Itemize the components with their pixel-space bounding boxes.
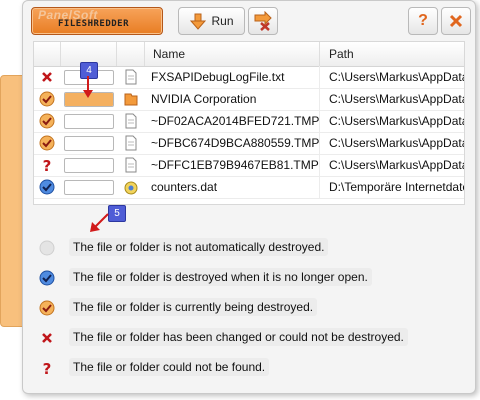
table-row[interactable]: NVIDIA Corporation C:\Users\Markus\AppDat… [34,88,464,111]
file-type [124,157,138,173]
legend-text: The file or folder has been changed or c… [69,328,408,346]
file-name: counters.dat [151,180,218,194]
shred-icon [254,11,272,31]
file-path: C:\Users\Markus\AppData [329,158,465,172]
row-status[interactable] [39,113,55,129]
document-icon [125,69,137,85]
progress-bar [64,180,114,195]
legend-item: The file or folder has been changed or c… [35,325,435,351]
legend-item: The file or folder is destroyed when it … [35,265,435,291]
row-status[interactable] [39,179,55,195]
file-type [124,113,138,129]
destroy-on-close-check-icon [39,270,55,286]
run-button[interactable]: Run [178,7,245,35]
shredding-check-icon [39,300,55,316]
not-found-question-icon: ? [43,360,52,378]
legend-text: The file or folder is not automatically … [69,238,329,256]
file-path: D:\Temporäre Internetdate [329,180,465,194]
file-type [124,135,138,151]
file-list-header: Name Path [34,42,464,67]
file-path: C:\Users\Markus\AppData [329,136,465,150]
file-name: ~DF02ACA2014BFED721.TMP [151,114,320,128]
legend-item: The file or folder is not automatically … [35,235,435,261]
file-type [124,69,138,85]
app-window: PanelSoft FILESHREDDER Run ? Name Path F… [22,0,476,394]
row-status[interactable] [39,135,55,151]
legend-status: ? [39,360,55,378]
legend-status [39,330,55,346]
document-icon [125,135,137,151]
folder-icon [124,93,138,106]
progress-bar [64,136,114,151]
shredding-check-icon [39,113,55,129]
app-logo: PanelSoft FILESHREDDER [31,7,163,35]
not-found-question-icon: ? [43,157,52,175]
file-path: C:\Users\Markus\AppData [329,92,465,106]
shredding-check-icon [39,135,55,151]
close-button[interactable] [441,7,471,35]
progress-bar [64,114,114,129]
table-row[interactable]: ? ~DFFC1EB79B9467EB81.TMP C:\Users\Markus\… [34,154,464,177]
file-path: C:\Users\Markus\AppData [329,114,465,128]
legend-status [39,240,55,256]
legend-status [39,300,55,316]
table-row[interactable]: ~DF02ACA2014BFED721.TMP C:\Users\Markus\A… [34,110,464,133]
table-row[interactable]: FXSAPIDebugLogFile.txt C:\Users\Markus\Ap… [34,66,464,89]
help-icon: ? [418,12,428,29]
row-status[interactable]: ? [39,157,55,175]
error-x-icon [42,72,52,82]
close-icon [449,14,463,28]
file-path: C:\Users\Markus\AppData [329,70,465,84]
column-name[interactable]: Name [153,47,185,61]
shredding-check-icon [39,91,55,107]
file-name: FXSAPIDebugLogFile.txt [151,70,285,84]
legend-text: The file or folder is currently being de… [69,298,318,316]
legend-status [39,270,55,286]
table-row[interactable]: ~DFBC674D9BCA880559.TMP C:\Users\Markus\A… [34,132,464,155]
error-x-icon [42,333,52,343]
legend-item: The file or folder is currently being de… [35,295,435,321]
column-path[interactable]: Path [329,47,354,61]
row-status[interactable] [39,69,55,85]
shred-now-button[interactable] [248,7,278,35]
file-name: NVIDIA Corporation [151,92,257,106]
legend-text: The file or folder could not be found. [69,358,270,376]
run-label: Run [211,14,234,28]
product-label: FILESHREDDER [58,19,130,29]
row-status[interactable] [39,91,55,107]
svg-text:?: ? [43,360,52,376]
legend-text: The file or folder is destroyed when it … [69,268,372,286]
table-row[interactable]: counters.dat D:\Temporäre Internetdate [34,176,464,199]
destroy-on-close-check-icon [39,179,55,195]
document-icon [125,113,137,129]
document-icon [125,157,137,173]
system-file-icon [124,181,138,195]
file-name: ~DFFC1EB79B9467EB81.TMP [151,158,319,172]
file-type [124,91,138,107]
file-name: ~DFBC674D9BCA880559.TMP [151,136,320,150]
callout-arrow-5-icon [90,213,109,232]
not-destroyed-circle-icon [39,240,55,256]
callout-arrow-4-icon [83,76,93,98]
file-type [124,179,138,195]
run-arrow-icon [190,13,207,30]
svg-text:?: ? [43,157,52,173]
help-button[interactable]: ? [408,7,438,35]
progress-bar [64,158,114,173]
legend-item: ? The file or folder could not be found. [35,355,435,381]
